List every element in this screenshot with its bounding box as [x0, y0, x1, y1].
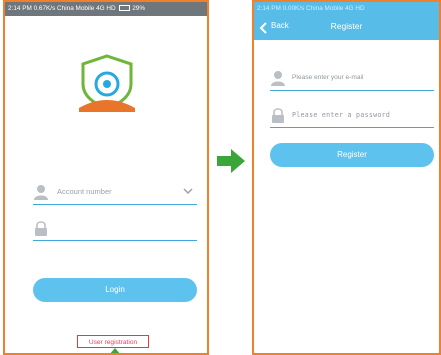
user-icon	[34, 185, 48, 200]
status-carrier: China Mobile 4G HD	[306, 5, 365, 12]
email-field[interactable]: Please enter your e-mail	[270, 68, 434, 91]
status-time: 2:14 PM	[257, 5, 281, 12]
user-icon	[271, 71, 285, 86]
battery-icon	[119, 5, 131, 11]
status-speed: 0.00K/s	[282, 5, 305, 12]
password-field[interactable]	[33, 218, 197, 241]
lock-icon	[35, 221, 47, 236]
password-field[interactable]: Please enter a password	[270, 105, 434, 128]
status-speed: 0.67K/s	[33, 5, 56, 12]
status-time: 2:14 PM	[8, 5, 32, 12]
password-placeholder: Please enter a password	[292, 111, 391, 119]
nav-bar: Back Register	[254, 16, 439, 40]
account-placeholder: Account number	[57, 187, 112, 196]
status-bar: 2:14 PM 0.00K/s China Mobile 4G HD	[254, 2, 439, 16]
chevron-down-icon[interactable]	[183, 187, 193, 195]
account-field[interactable]: Account number	[33, 182, 197, 205]
register-button[interactable]: Register	[270, 143, 434, 167]
lock-icon	[272, 108, 284, 123]
login-button[interactable]: Login	[33, 278, 197, 302]
status-battery: 29%	[132, 5, 146, 12]
up-arrow-icon	[110, 348, 120, 353]
status-bar: 2:14 PM 0.67K/s China Mobile 4G HD 29%	[5, 2, 207, 16]
status-carrier: China Mobile 4G HD	[57, 5, 116, 12]
register-screen: 2:14 PM 0.00K/s China Mobile 4G HD Back …	[252, 0, 441, 355]
right-arrow-icon	[217, 149, 245, 173]
user-registration-link[interactable]: User registration	[77, 335, 149, 348]
app-logo-icon	[79, 54, 135, 112]
email-placeholder: Please enter your e-mail	[292, 74, 364, 81]
login-screen: 2:14 PM 0.67K/s China Mobile 4G HD 29% A…	[3, 0, 209, 355]
page-title: Register	[330, 21, 363, 31]
